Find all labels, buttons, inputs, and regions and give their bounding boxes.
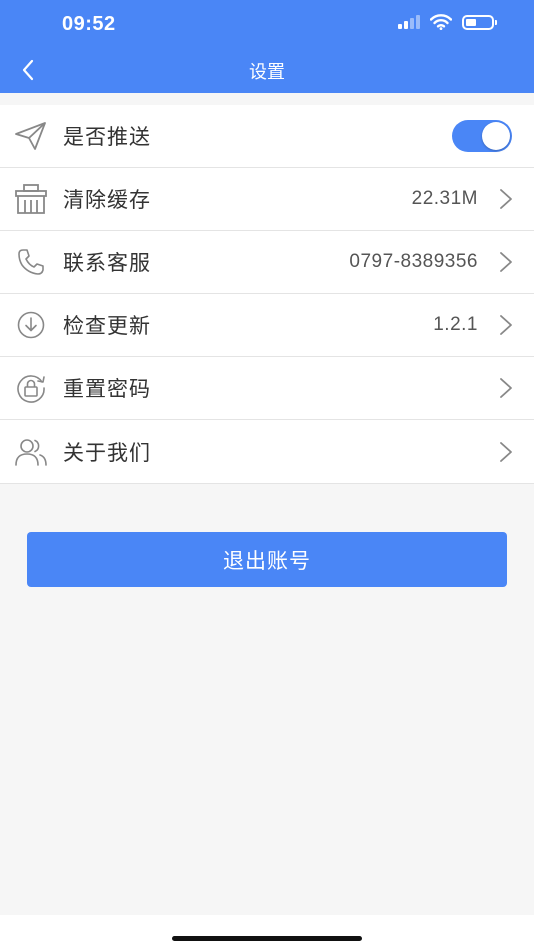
version-value: 1.2.1 [433, 314, 478, 335]
bottom-safe-area [0, 915, 534, 950]
settings-row-label: 检查更新 [63, 314, 151, 338]
settings-row-contact[interactable]: 联系客服 0797-8389356 [0, 231, 534, 294]
chevron-right-icon [500, 441, 512, 462]
settings-row-push: 是否推送 [0, 105, 534, 168]
phone-icon [14, 245, 48, 279]
chevron-right-icon [500, 252, 512, 272]
home-indicator[interactable] [172, 936, 362, 941]
settings-row-clear-cache[interactable]: 清除缓存 22.31M [0, 168, 534, 231]
settings-row-label: 是否推送 [63, 125, 151, 149]
basket-icon [14, 182, 48, 216]
status-time: 09:52 [62, 13, 116, 35]
cellular-signal-icon [398, 15, 420, 29]
cache-size-value: 22.31M [411, 188, 478, 209]
status-icons [398, 14, 497, 30]
battery-icon [462, 14, 497, 30]
wifi-icon [430, 14, 452, 30]
push-toggle[interactable] [452, 120, 512, 152]
settings-row-reset-password[interactable]: 重置密码 [0, 357, 534, 420]
settings-row-update[interactable]: 检查更新 1.2.1 [0, 294, 534, 357]
settings-list: 是否推送 清除缓存 22.31M 联系客服 0797-8389356 检查更新 … [0, 105, 534, 484]
logout-button[interactable]: 退出账号 [27, 532, 507, 587]
settings-row-label: 清除缓存 [63, 188, 151, 212]
chevron-right-icon [500, 378, 512, 398]
contact-phone-value: 0797-8389356 [349, 251, 478, 272]
settings-row-about[interactable]: 关于我们 [0, 420, 534, 483]
paper-plane-icon [14, 119, 48, 153]
chevron-right-icon [500, 189, 512, 209]
chevron-right-icon [500, 315, 512, 335]
app-header: 09:52 设置 [0, 0, 534, 93]
settings-row-label: 重置密码 [63, 377, 151, 401]
settings-row-label: 关于我们 [63, 440, 151, 465]
users-icon [14, 435, 48, 469]
settings-row-label: 联系客服 [63, 251, 151, 275]
download-circle-icon [14, 308, 48, 342]
lock-reset-icon [14, 371, 48, 405]
page-title: 设置 [249, 62, 285, 83]
